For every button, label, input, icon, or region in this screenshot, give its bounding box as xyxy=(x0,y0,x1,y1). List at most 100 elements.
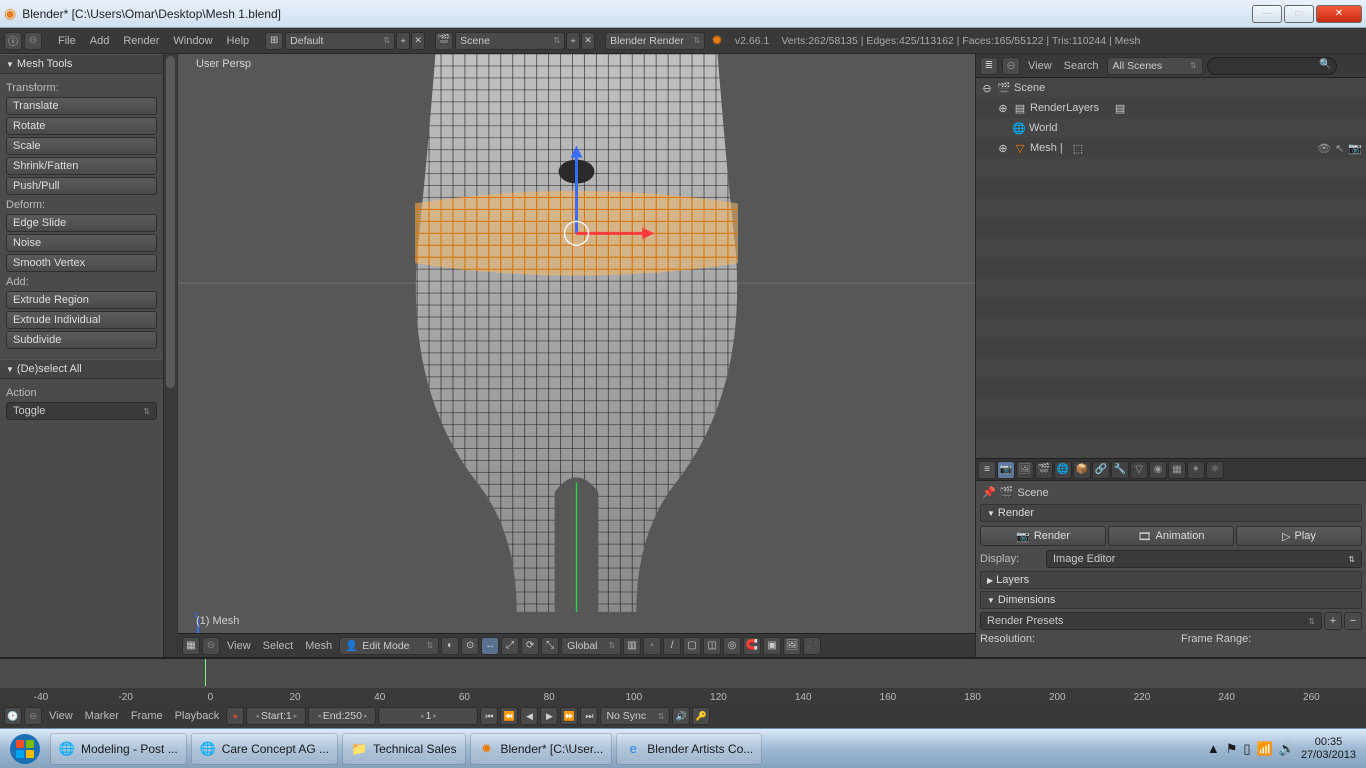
select-edge-icon[interactable]: / xyxy=(663,637,681,655)
taskbar-item[interactable]: 🌐Modeling - Post ... xyxy=(50,733,187,765)
timeline-collapse-icon[interactable]: ⊖ xyxy=(24,707,42,725)
display-dropdown[interactable]: Image Editor⇅ xyxy=(1046,550,1362,568)
taskbar-item[interactable]: 📁Technical Sales xyxy=(342,733,465,765)
start-frame-field[interactable]: ◂Start: 1▸ xyxy=(246,707,306,725)
render-preview-icon[interactable]: 🖼 xyxy=(783,637,801,655)
edge-slide-button[interactable]: Edge Slide xyxy=(6,214,157,232)
tab-render-layers[interactable]: 🖼 xyxy=(1016,461,1034,479)
close-button[interactable]: ✕ xyxy=(1316,5,1362,23)
outliner-search-input[interactable] xyxy=(1207,57,1337,75)
tray-clock[interactable]: 00:35 27/03/2013 xyxy=(1301,736,1356,762)
layers-panel-header[interactable]: ▶Layers xyxy=(980,571,1362,589)
tab-render[interactable]: 📷 xyxy=(997,461,1015,479)
layout-add-button[interactable]: + xyxy=(396,32,410,50)
select-vert-icon[interactable]: ◦ xyxy=(643,637,661,655)
orientation-dropdown[interactable]: Global⇅ xyxy=(561,637,621,655)
tree-renderlayers[interactable]: RenderLayers xyxy=(1030,102,1099,114)
noise-button[interactable]: Noise xyxy=(6,234,157,252)
viewport-menu-mesh[interactable]: Mesh xyxy=(300,640,337,652)
tray-network-icon[interactable]: 📶 xyxy=(1257,741,1273,757)
tab-scene[interactable]: 🎬 xyxy=(1035,461,1053,479)
render-engine-dropdown[interactable]: Blender Render⇅ xyxy=(605,32,705,50)
timeline-menu-frame[interactable]: Frame xyxy=(126,710,168,722)
scale-gizmo-icon[interactable]: ⤡ xyxy=(541,637,559,655)
tab-object[interactable]: 📦 xyxy=(1073,461,1091,479)
menu-add[interactable]: Add xyxy=(84,35,116,47)
tab-constraints[interactable]: 🔗 xyxy=(1092,461,1110,479)
extrude-region-button[interactable]: Extrude Region xyxy=(6,291,157,309)
taskbar-item[interactable]: eBlender Artists Co... xyxy=(616,733,762,765)
minimize-button[interactable]: — xyxy=(1252,5,1282,23)
end-frame-field[interactable]: ◂End: 250▸ xyxy=(308,707,376,725)
mesh-tools-header[interactable]: ▼Mesh Tools xyxy=(0,54,163,74)
render-camera-icon[interactable]: 🎥 xyxy=(803,637,821,655)
jump-prev-key-icon[interactable]: ⏪ xyxy=(500,707,518,725)
outliner-menu-view[interactable]: View xyxy=(1024,60,1056,72)
animation-button[interactable]: 🎞 Animation xyxy=(1108,526,1234,546)
toolshelf-scrollbar[interactable] xyxy=(163,54,177,657)
menu-render[interactable]: Render xyxy=(117,35,165,47)
scene-icon[interactable]: 🎬 xyxy=(435,32,453,50)
tab-physics[interactable]: ⚛ xyxy=(1206,461,1224,479)
system-tray[interactable]: ▲ ⚑ ▯ 📶 🔊 00:35 27/03/2013 xyxy=(1207,736,1362,762)
rotate-gizmo-icon[interactable]: ⟳ xyxy=(521,637,539,655)
deselect-all-header[interactable]: ▼(De)select All xyxy=(0,359,163,379)
shrink-fatten-button[interactable]: Shrink/Fatten xyxy=(6,157,157,175)
preset-add-button[interactable]: + xyxy=(1324,612,1342,630)
dimensions-panel-header[interactable]: ▼Dimensions xyxy=(980,591,1362,609)
layers-icon[interactable]: ▥ xyxy=(623,637,641,655)
viewport-editor-icon[interactable]: ▦ xyxy=(182,637,200,655)
timeline-ruler[interactable]: -40-200204060801001201401601802002202402… xyxy=(0,659,1366,704)
proportional-icon[interactable]: ◎ xyxy=(723,637,741,655)
jump-end-icon[interactable]: ⏭ xyxy=(580,707,598,725)
sync-dropdown[interactable]: No Sync⇅ xyxy=(600,707,670,725)
maximize-button[interactable]: ▭ xyxy=(1284,5,1314,23)
outliner-collapse-icon[interactable]: ⊖ xyxy=(1002,57,1020,75)
play-icon[interactable]: ▶ xyxy=(540,707,558,725)
start-button[interactable] xyxy=(4,733,46,765)
play-button[interactable]: ▷ Play xyxy=(1236,526,1362,546)
tray-flag-icon[interactable]: ▲ xyxy=(1207,741,1220,756)
render-panel-header[interactable]: ▼Render xyxy=(980,504,1362,522)
keying-set-icon[interactable]: 🔑 xyxy=(692,707,710,725)
current-frame-field[interactable]: ◂1▸ xyxy=(378,707,478,725)
selectable-icon[interactable]: ↖ xyxy=(1335,142,1344,155)
renderable-icon[interactable]: 📷 xyxy=(1348,142,1362,155)
timeline-editor-icon[interactable]: 🕑 xyxy=(4,707,22,725)
render-button[interactable]: 📷 Render xyxy=(980,526,1106,546)
menu-help[interactable]: Help xyxy=(221,35,256,47)
menu-window[interactable]: Window xyxy=(167,35,218,47)
tray-battery-icon[interactable]: ▯ xyxy=(1243,741,1250,757)
shading-icon[interactable]: ◐ xyxy=(441,637,459,655)
tray-volume-icon[interactable]: 🔊 xyxy=(1279,741,1295,757)
scene-add-button[interactable]: + xyxy=(566,32,580,50)
timeline-menu-view[interactable]: View xyxy=(44,710,78,722)
tab-modifiers[interactable]: 🔧 xyxy=(1111,461,1129,479)
viewport-menu-view[interactable]: View xyxy=(222,640,256,652)
pivot-icon[interactable]: ⊙ xyxy=(461,637,479,655)
scene-del-button[interactable]: ✕ xyxy=(581,32,595,50)
scene-dropdown[interactable]: Scene⇅ xyxy=(455,32,565,50)
tree-scene[interactable]: Scene xyxy=(1014,82,1045,94)
taskbar-item[interactable]: ✹Blender* [C:\User... xyxy=(470,733,613,765)
timeline-menu-playback[interactable]: Playback xyxy=(170,710,225,722)
menu-file[interactable]: File xyxy=(52,35,82,47)
screen-layout-icon[interactable]: ⊞ xyxy=(265,32,283,50)
timeline-menu-marker[interactable]: Marker xyxy=(80,710,124,722)
outliner-menu-search[interactable]: Search xyxy=(1060,60,1103,72)
translate-button[interactable]: Translate xyxy=(6,97,157,115)
tray-action-icon[interactable]: ⚑ xyxy=(1226,741,1238,757)
auto-keyframe-icon[interactable]: ● xyxy=(226,707,244,725)
outliner-filter-dropdown[interactable]: All Scenes⇅ xyxy=(1107,57,1203,75)
layout-del-button[interactable]: ✕ xyxy=(411,32,425,50)
speaker-icon[interactable]: 🔊 xyxy=(672,707,690,725)
translate-gizmo-icon[interactable]: ⤢ xyxy=(501,637,519,655)
tab-data[interactable]: ▽ xyxy=(1130,461,1148,479)
preset-del-button[interactable]: − xyxy=(1344,612,1362,630)
editor-type-icon[interactable]: ⓘ xyxy=(4,32,22,50)
mode-dropdown[interactable]: 👤 Edit Mode⇅ xyxy=(339,637,439,655)
screen-layout-dropdown[interactable]: Default⇅ xyxy=(285,32,395,50)
rotate-button[interactable]: Rotate xyxy=(6,117,157,135)
snap-icon[interactable]: 🧲 xyxy=(743,637,761,655)
viewport-menu-select[interactable]: Select xyxy=(258,640,299,652)
